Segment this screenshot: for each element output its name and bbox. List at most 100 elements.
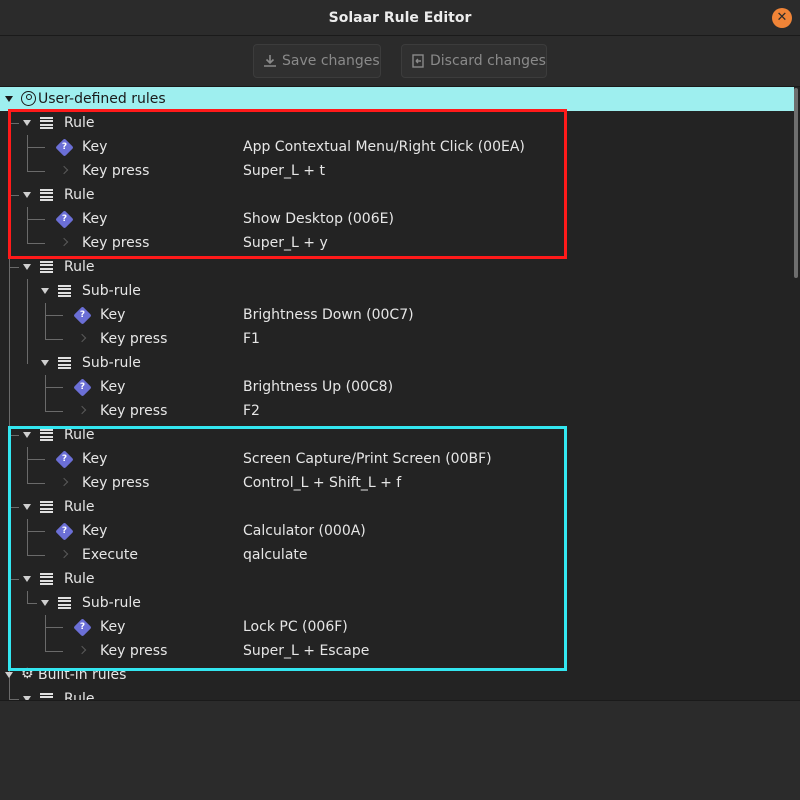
tree-subrule-row[interactable]: Sub-rule xyxy=(0,351,794,375)
tree-rule-row[interactable]: Rule xyxy=(0,255,794,279)
gear-icon: ⚙ xyxy=(21,666,34,682)
chevron-right-icon xyxy=(59,477,69,487)
editor-pane xyxy=(0,700,800,800)
tree-root-label: User-defined rules xyxy=(38,91,166,107)
key-icon xyxy=(73,618,92,637)
tree-keypress-row[interactable]: Key press Control_L + Shift_L + f xyxy=(0,471,794,495)
chevron-down-icon[interactable] xyxy=(23,504,31,510)
list-icon xyxy=(40,261,53,273)
rule-label: Rule xyxy=(64,187,95,203)
list-icon xyxy=(40,693,53,700)
window-title: Solaar Rule Editor xyxy=(328,10,472,26)
key-icon xyxy=(55,450,74,469)
tree-subrule-row[interactable]: Sub-rule xyxy=(0,279,794,303)
tree-keypress-row[interactable]: Key press Super_L + Escape xyxy=(0,639,794,663)
rule-label: Rule xyxy=(64,115,95,131)
keypress-value: Super_L + Escape xyxy=(243,643,370,659)
chevron-down-icon[interactable] xyxy=(23,264,31,270)
keypress-label: Key press xyxy=(100,403,168,419)
keypress-value: Control_L + Shift_L + f xyxy=(243,475,402,491)
tree-rule-row[interactable]: Rule xyxy=(0,423,794,447)
key-icon xyxy=(55,210,74,229)
tree-keypress-row[interactable]: Key press F2 xyxy=(0,399,794,423)
list-icon xyxy=(40,429,53,441)
key-value: Brightness Up (00C8) xyxy=(243,379,394,395)
discard-changes-label: Discard changes xyxy=(430,53,546,69)
user-icon xyxy=(21,91,36,106)
rule-label: Rule xyxy=(64,691,95,700)
rule-label: Rule xyxy=(64,427,95,443)
chevron-right-icon xyxy=(77,405,87,415)
tree-subrule-row[interactable]: Sub-rule xyxy=(0,591,794,615)
tree-key-row[interactable]: Key Brightness Up (00C8) xyxy=(0,375,794,399)
key-value: Show Desktop (006E) xyxy=(243,211,394,227)
execute-value: qalculate xyxy=(243,547,308,563)
key-label: Key xyxy=(100,307,126,323)
key-label: Key xyxy=(82,139,108,155)
tree-key-row[interactable]: Key Screen Capture/Print Screen (00BF) xyxy=(0,447,794,471)
save-changes-button[interactable]: Save changes xyxy=(253,44,381,78)
builtin-root-label: Built-in rules xyxy=(38,667,127,683)
chevron-right-icon xyxy=(59,237,69,247)
keypress-label: Key press xyxy=(82,163,150,179)
key-value: Lock PC (006F) xyxy=(243,619,348,635)
list-icon xyxy=(40,117,53,129)
chevron-down-icon[interactable] xyxy=(23,576,31,582)
toolbar: Save changes Discard changes xyxy=(0,36,800,86)
chevron-down-icon[interactable] xyxy=(41,360,49,366)
chevron-down-icon[interactable] xyxy=(41,288,49,294)
keypress-value: Super_L + y xyxy=(243,235,328,251)
rule-label: Rule xyxy=(64,259,95,275)
chevron-down-icon[interactable] xyxy=(41,600,49,606)
keypress-value: F1 xyxy=(243,331,260,347)
keypress-value: Super_L + t xyxy=(243,163,325,179)
key-label: Key xyxy=(82,451,108,467)
key-value: Brightness Down (00C7) xyxy=(243,307,414,323)
discard-changes-button[interactable]: Discard changes xyxy=(401,44,547,78)
chevron-down-icon[interactable] xyxy=(23,432,31,438)
list-icon xyxy=(40,189,53,201)
subrule-label: Sub-rule xyxy=(82,595,141,611)
keypress-label: Key press xyxy=(82,235,150,251)
tree-key-row[interactable]: Key App Contextual Menu/Right Click (00E… xyxy=(0,135,794,159)
tree-rule-row[interactable]: Rule xyxy=(0,183,794,207)
tree-key-row[interactable]: Key Lock PC (006F) xyxy=(0,615,794,639)
tree-key-row[interactable]: Key Brightness Down (00C7) xyxy=(0,303,794,327)
keypress-value: F2 xyxy=(243,403,260,419)
key-label: Key xyxy=(82,523,108,539)
chevron-down-icon[interactable] xyxy=(23,192,31,198)
key-icon xyxy=(55,138,74,157)
close-icon[interactable]: ✕ xyxy=(772,8,792,28)
list-icon xyxy=(58,357,71,369)
keypress-label: Key press xyxy=(100,331,168,347)
tree-rule-row[interactable]: Rule xyxy=(0,687,794,700)
tree-keypress-row[interactable]: Key press Super_L + y xyxy=(0,231,794,255)
list-icon xyxy=(58,285,71,297)
revert-icon xyxy=(412,54,424,68)
tree-keypress-row[interactable]: Key press Super_L + t xyxy=(0,159,794,183)
tree-execute-row[interactable]: Execute qalculate xyxy=(0,543,794,567)
key-value: App Contextual Menu/Right Click (00EA) xyxy=(243,139,525,155)
rule-label: Rule xyxy=(64,571,95,587)
tree-rule-row[interactable]: Rule xyxy=(0,567,794,591)
chevron-down-icon[interactable] xyxy=(5,672,13,678)
tree-root-user-defined[interactable]: User-defined rules xyxy=(0,87,794,111)
rule-label: Rule xyxy=(64,499,95,515)
chevron-down-icon[interactable] xyxy=(5,96,13,102)
vertical-scrollbar[interactable] xyxy=(794,88,798,278)
key-value: Calculator (000A) xyxy=(243,523,366,539)
save-changes-label: Save changes xyxy=(282,53,380,69)
tree-rule-row[interactable]: Rule xyxy=(0,495,794,519)
chevron-right-icon xyxy=(59,549,69,559)
tree-keypress-row[interactable]: Key press F1 xyxy=(0,327,794,351)
key-label: Key xyxy=(100,619,126,635)
chevron-down-icon[interactable] xyxy=(23,120,31,126)
key-icon xyxy=(73,378,92,397)
subrule-label: Sub-rule xyxy=(82,283,141,299)
tree-rule-row[interactable]: Rule xyxy=(0,111,794,135)
rule-tree[interactable]: User-defined rules Rule Key App Contextu… xyxy=(0,86,800,700)
tree-key-row[interactable]: Key Calculator (000A) xyxy=(0,519,794,543)
tree-root-builtin[interactable]: ⚙ Built-in rules xyxy=(0,663,794,687)
key-label: Key xyxy=(100,379,126,395)
tree-key-row[interactable]: Key Show Desktop (006E) xyxy=(0,207,794,231)
